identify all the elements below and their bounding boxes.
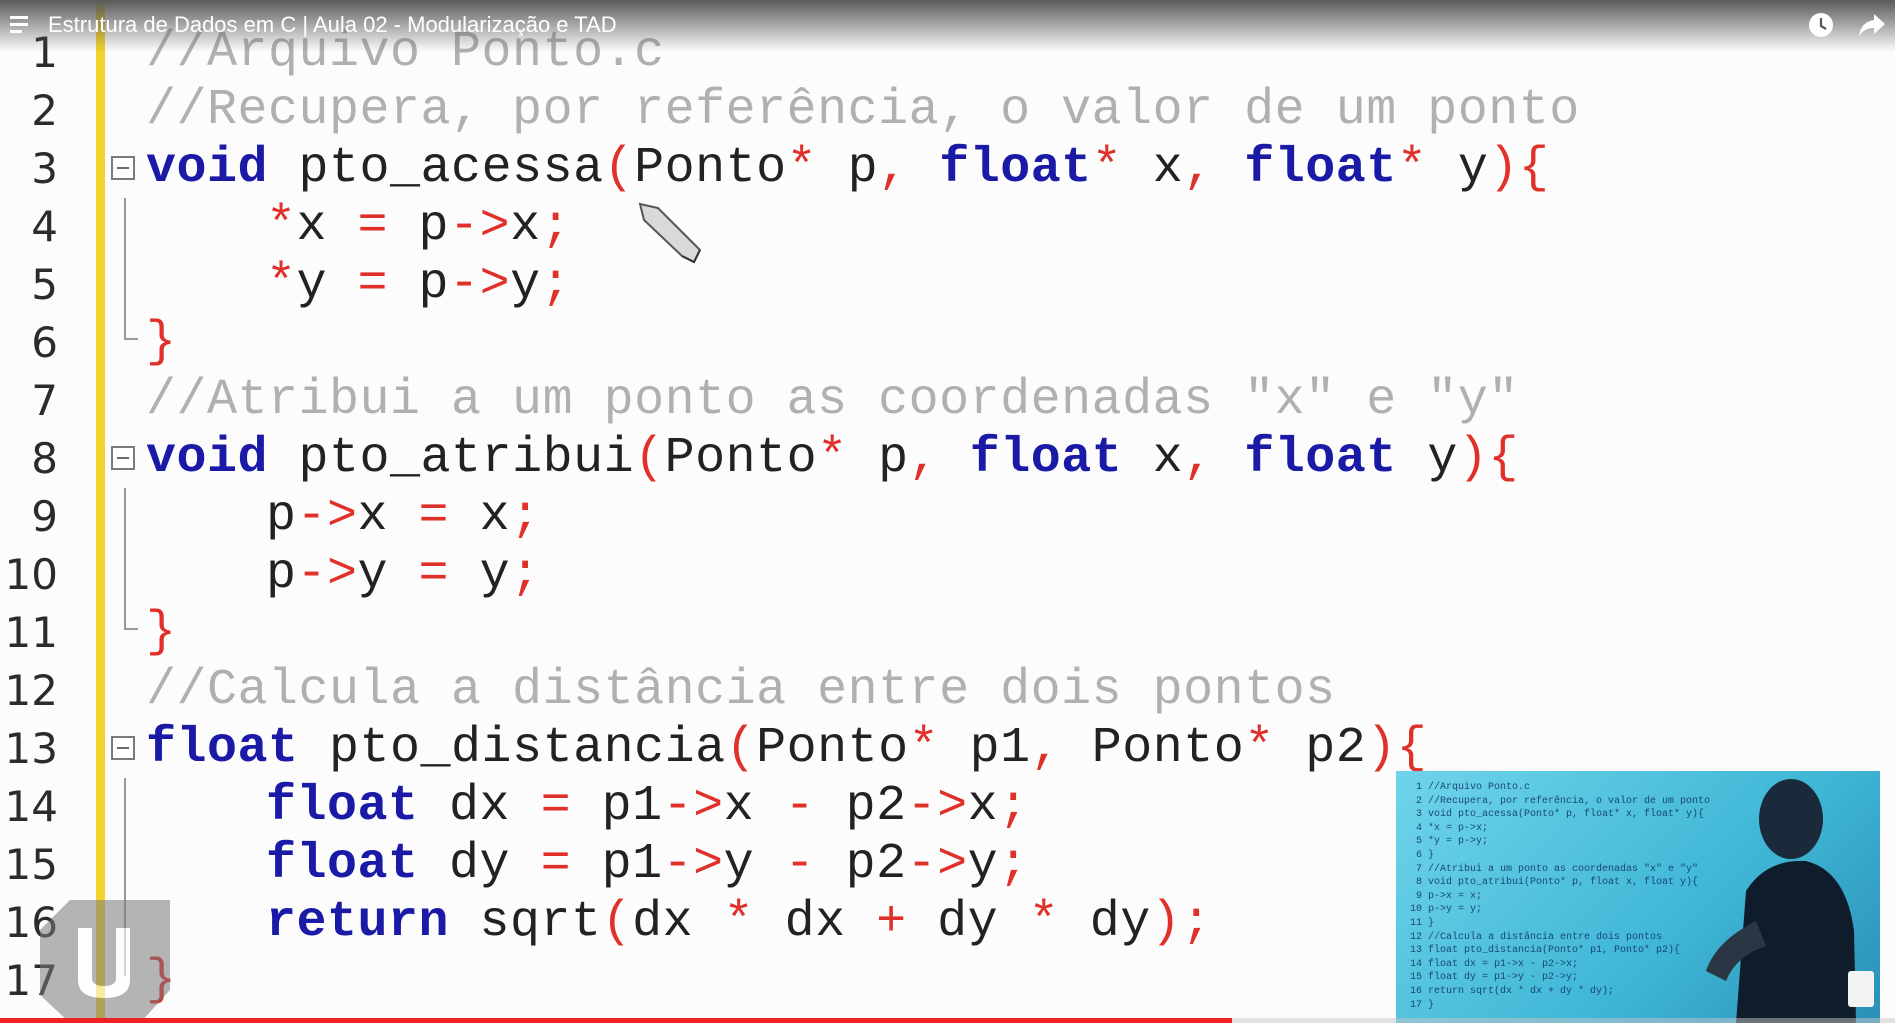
code-line-6: 6 }	[0, 314, 1895, 372]
code-comment: //Atribui a um ponto as coordenadas "x" …	[146, 372, 1519, 429]
code-text: p->x = x;	[266, 488, 541, 545]
line-number: 8	[31, 434, 58, 483]
university-logo-icon	[40, 900, 170, 1023]
code-line-10: 10 p->y = y;	[0, 546, 1895, 604]
code-text: *y = p->y;	[266, 256, 572, 313]
code-text: void pto_acessa(Ponto* p, float* x, floa…	[146, 140, 1550, 197]
line-number: 9	[31, 492, 58, 541]
line-number: 15	[4, 840, 58, 889]
code-text: void pto_atribui(Ponto* p, float x, floa…	[146, 430, 1519, 487]
video-top-bar: Estrutura de Dados em C | Aula 02 - Modu…	[0, 0, 1895, 52]
fold-toggle-icon[interactable]	[111, 446, 135, 470]
code-line-7: 7 //Atribui a um ponto as coordenadas "x…	[0, 372, 1895, 430]
line-number: 2	[31, 86, 58, 135]
code-text: }	[146, 314, 177, 371]
video-title[interactable]: Estrutura de Dados em C | Aula 02 - Modu…	[48, 11, 617, 39]
watch-later-clock-icon[interactable]	[1808, 12, 1834, 38]
code-line-11: 11 }	[0, 604, 1895, 662]
playlist-menu-icon[interactable]	[10, 16, 32, 36]
channel-badge-icon	[1848, 971, 1874, 1007]
pen-cursor-icon	[638, 202, 702, 264]
code-line-8: 8 void pto_atribui(Ponto* p, float x, fl…	[0, 430, 1895, 488]
line-number: 11	[4, 608, 58, 657]
webcam-overlay: 1 //Arquivo Ponto.c 2 //Recupera, por re…	[1396, 771, 1880, 1023]
line-number: 10	[4, 550, 58, 599]
code-line-9: 9 p->x = x;	[0, 488, 1895, 546]
code-text: return sqrt(dx * dx + dy * dy);	[266, 894, 1212, 951]
line-number: 3	[31, 144, 58, 193]
line-number: 5	[31, 260, 58, 309]
code-line-5: 5 *y = p->y;	[0, 256, 1895, 314]
code-text: *x = p->x;	[266, 198, 572, 255]
code-line-12: 12 //Calcula a distância entre dois pont…	[0, 662, 1895, 720]
video-progress-bar[interactable]	[0, 1018, 1895, 1023]
code-comment: //Recupera, por referência, o valor de u…	[146, 82, 1580, 139]
line-number: 12	[4, 666, 58, 715]
fold-toggle-icon[interactable]	[111, 736, 135, 760]
code-line-3: 3 void pto_acessa(Ponto* p, float* x, fl…	[0, 140, 1895, 198]
code-line-13: 13 float pto_distancia(Ponto* p1, Ponto*…	[0, 720, 1895, 778]
line-number: 4	[31, 202, 58, 251]
share-arrow-icon[interactable]	[1858, 12, 1886, 38]
presenter-silhouette	[1706, 779, 1856, 1023]
code-text: p->y = y;	[266, 546, 541, 603]
video-progress-fill	[0, 1018, 1232, 1023]
webcam-background-code: 1 //Arquivo Ponto.c 2 //Recupera, por re…	[1410, 782, 1711, 1011]
code-text: }	[146, 604, 177, 661]
code-text: float pto_distancia(Ponto* p1, Ponto* p2…	[146, 720, 1428, 777]
line-number: 13	[4, 724, 58, 773]
line-number: 7	[31, 376, 58, 425]
code-text: float dy = p1->y - p2->y;	[266, 836, 1029, 893]
fold-toggle-icon[interactable]	[111, 156, 135, 180]
code-line-2: 2 //Recupera, por referência, o valor de…	[0, 82, 1895, 140]
line-number: 14	[4, 782, 58, 831]
code-text: float dx = p1->x - p2->x;	[266, 778, 1029, 835]
code-line-4: 4 *x = p->x;	[0, 198, 1895, 256]
line-number: 6	[31, 318, 58, 367]
code-comment: //Calcula a distância entre dois pontos	[146, 662, 1336, 719]
